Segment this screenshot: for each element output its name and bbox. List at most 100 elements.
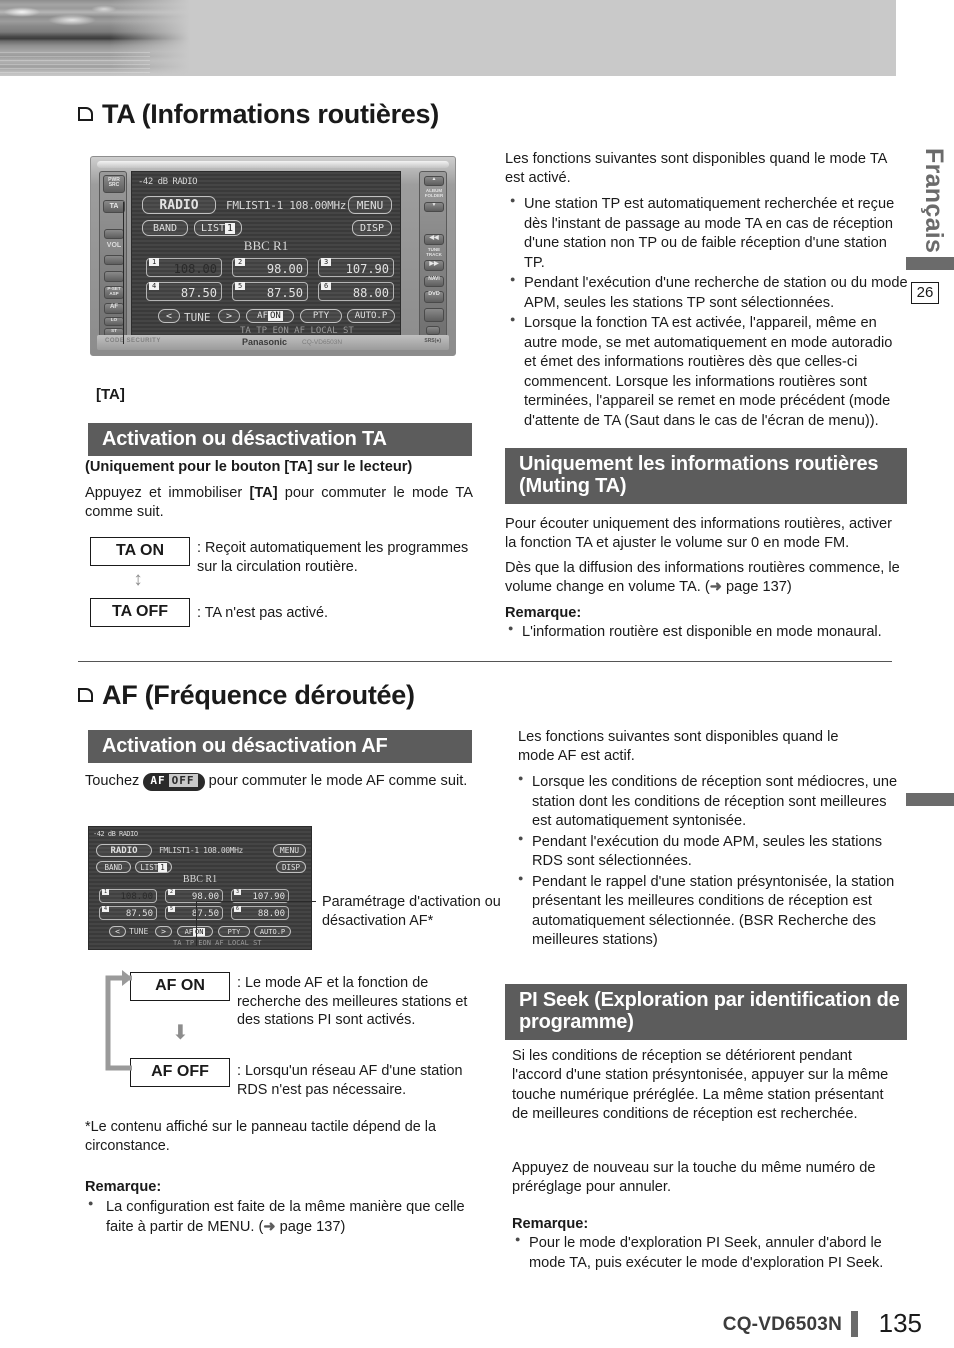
page-ref-arrow-icon: ➜ xyxy=(263,1218,276,1235)
device-figure-af: -42 dB RADIO RADIO FMLIST1-1 108.00MHz M… xyxy=(88,826,312,950)
page-ref-arrow-icon: ➜ xyxy=(709,579,722,596)
lcd-tune-next-button[interactable]: > xyxy=(218,309,240,323)
lcd-disp-button-af[interactable]: DISP xyxy=(276,861,306,873)
lcd-preset-6-number: 6 xyxy=(321,282,332,290)
device-key-album-up[interactable]: ▲ xyxy=(424,176,444,186)
device-key-tune-track-label: TUNE TRACK xyxy=(426,247,442,258)
lcd-pty-button[interactable]: PTY xyxy=(300,309,342,323)
ta-instruction-pre: Appuyez et immobiliser xyxy=(85,485,250,501)
footer-separator xyxy=(851,1311,858,1337)
lcd-preset-2[interactable]: 2 98.00 xyxy=(232,258,308,277)
list-item: Lorsque les conditions de réception sont… xyxy=(518,772,908,832)
lcd-list-label: LIST xyxy=(200,223,226,234)
lcd-af-button-af[interactable]: AF ON xyxy=(177,926,213,937)
lcd-autop-button[interactable]: AUTO.P xyxy=(347,309,395,323)
af-intro: Les fonctions suivantes sont disponibles… xyxy=(518,729,839,765)
ta-off-description: : TA n'est pas activé. xyxy=(197,605,328,621)
lcd-af-button[interactable]: AF ON xyxy=(246,309,294,323)
lcd-preset-1[interactable]: 1 108.00 xyxy=(146,258,222,277)
device-key-af[interactable]: AF xyxy=(104,303,124,314)
muting-remarque-label: Remarque: xyxy=(505,605,582,621)
page-title-af: AF (Fréquence déroutée) xyxy=(78,680,415,711)
af-footnote: *Le contenu affiché sur le panneau tacti… xyxy=(85,1119,436,1155)
device-key-mute[interactable] xyxy=(104,271,124,282)
pi-para-2: Appuyez de nouveau sur la touche du même… xyxy=(512,1160,876,1196)
list-item: Pour le mode d'exploration PI Seek, annu… xyxy=(515,1233,905,1273)
device-lcd-screen: -42 dB RADIO RADIO FMLIST1-1 108.00MHz M… xyxy=(131,171,401,341)
ta-intro: Les fonctions suivantes sont disponibles… xyxy=(505,151,887,187)
lcd-preset-6-af[interactable]: 6 88.00 xyxy=(231,906,289,920)
device-key-album-folder-label: ALBUM FOLDER xyxy=(424,188,444,199)
footer-model: CQ-VD6503N xyxy=(722,1314,842,1335)
lcd-preset-4-af[interactable]: 4 87.50 xyxy=(99,906,157,920)
lcd-tune-next-button-af[interactable]: > xyxy=(155,926,172,937)
lcd-menu-button-af[interactable]: MENU xyxy=(273,844,306,857)
lcd-disp-button[interactable]: DISP xyxy=(352,220,392,236)
device-key-vol-down[interactable] xyxy=(104,255,124,265)
lcd-list-number: 1 xyxy=(225,223,236,234)
lcd-pty-button-af[interactable]: PTY xyxy=(218,926,250,937)
lcd-source-button[interactable]: RADIO xyxy=(142,196,216,214)
inline-af-button[interactable]: AF OFF xyxy=(143,773,205,791)
af-callout-annotation: Paramétrage d'activation ou désactivatio… xyxy=(322,894,501,930)
list-item: Lorsque la fonction TA est activée, l'ap… xyxy=(510,313,908,431)
page-header-banner xyxy=(0,0,896,76)
pi-remarque-label: Remarque: xyxy=(512,1216,589,1232)
ta-toggle-arrow-icon: ↕ xyxy=(133,569,143,590)
device-key-vol-up[interactable] xyxy=(104,229,124,239)
header-photo xyxy=(0,0,190,76)
muting-page-ref: page 137 xyxy=(726,579,787,596)
lcd-menu-button[interactable]: MENU xyxy=(348,196,392,214)
af-on-description: : Le mode AF et la fonction de recherche… xyxy=(237,975,468,1029)
lcd-tune-prev-button-af[interactable]: < xyxy=(109,926,126,937)
af-down-arrow-icon: ⬇ xyxy=(172,1022,189,1044)
af-remarque-list: La configuration est faite de la même ma… xyxy=(88,1197,478,1237)
lcd-list-number-af: 1 xyxy=(158,863,167,872)
lcd-tune-prev-button[interactable]: < xyxy=(158,309,180,323)
lcd-autop-button-af[interactable]: AUTO.P xyxy=(254,926,291,937)
lcd-station-name-af: BBC R1 xyxy=(182,874,218,885)
lcd-list-label-af: LIST xyxy=(140,863,159,872)
device-key-lo[interactable]: LO xyxy=(104,317,124,326)
lcd-preset-6-freq: 88.00 xyxy=(352,286,389,300)
af-remarque-label: Remarque: xyxy=(85,1179,162,1195)
lcd-preset-4[interactable]: 4 87.50 xyxy=(146,282,222,301)
lcd-list-button[interactable]: LIST 1 xyxy=(194,220,242,236)
section-number-badge: 26 xyxy=(911,282,939,304)
device-key-album-down[interactable]: ▼ xyxy=(424,202,444,212)
device-key-ta[interactable]: TA xyxy=(103,200,125,213)
lcd-preset-1-af[interactable]: 1 108.00 xyxy=(99,889,157,903)
device-key-open[interactable] xyxy=(424,308,444,322)
device-key-vol-label: VOL xyxy=(106,242,122,249)
device-key-track-next[interactable]: ▶▶ xyxy=(424,260,444,271)
lcd-preset-5[interactable]: 5 87.50 xyxy=(232,282,308,301)
lcd-band-button-af[interactable]: BAND xyxy=(96,861,131,873)
lcd-preset-3-freq: 107.90 xyxy=(345,262,389,276)
device-key-reset[interactable] xyxy=(426,326,440,335)
lcd-tune-label-af: TUNE xyxy=(129,927,149,936)
subhead-pi-seek: PI Seek (Exploration par identification … xyxy=(505,984,907,1040)
lcd-list-button-af[interactable]: LIST 1 xyxy=(135,861,172,873)
callout-line-af-horizontal xyxy=(196,901,316,903)
list-item: Pendant le rappel d'une station présynto… xyxy=(518,872,908,951)
lcd-preset-5-number: 5 xyxy=(235,282,246,290)
device-key-preset[interactable]: P-SET ASP xyxy=(104,286,124,299)
device-model: CQ-VD6503N xyxy=(302,339,343,346)
lcd-preset-6[interactable]: 6 88.00 xyxy=(318,282,394,301)
lcd-band-button[interactable]: BAND xyxy=(142,220,188,236)
device-key-track-prev[interactable]: ◀◀ xyxy=(424,234,444,245)
device-figure-ta: PWR SRC TA VOL P-SET ASP AF LO ST -42 dB R… xyxy=(90,156,456,356)
lcd-source-button-af[interactable]: RADIO xyxy=(96,844,152,857)
lcd-preset-5-af[interactable]: 5 87.50 xyxy=(165,906,223,920)
af-bullet-list: Lorsque les conditions de réception sont… xyxy=(518,772,908,951)
device-brand: Panasonic xyxy=(242,337,288,347)
device-key-dvd[interactable]: DVD xyxy=(424,291,444,303)
muting-para-1: Pour écouter uniquement des informations… xyxy=(505,516,892,552)
af-off-box: AF OFF xyxy=(130,1058,230,1087)
device-code-security: CODE SECURITY xyxy=(105,338,161,344)
device-key-navi[interactable]: NAVI xyxy=(424,276,444,287)
subhead-af-onoff: Activation ou désactivation AF xyxy=(88,730,472,764)
lcd-preset-3[interactable]: 3 107.90 xyxy=(318,258,394,277)
device-key-pwr-src[interactable]: PWR SRC xyxy=(103,175,125,193)
af-touch-post: pour commuter le mode AF comme suit. xyxy=(204,773,468,789)
